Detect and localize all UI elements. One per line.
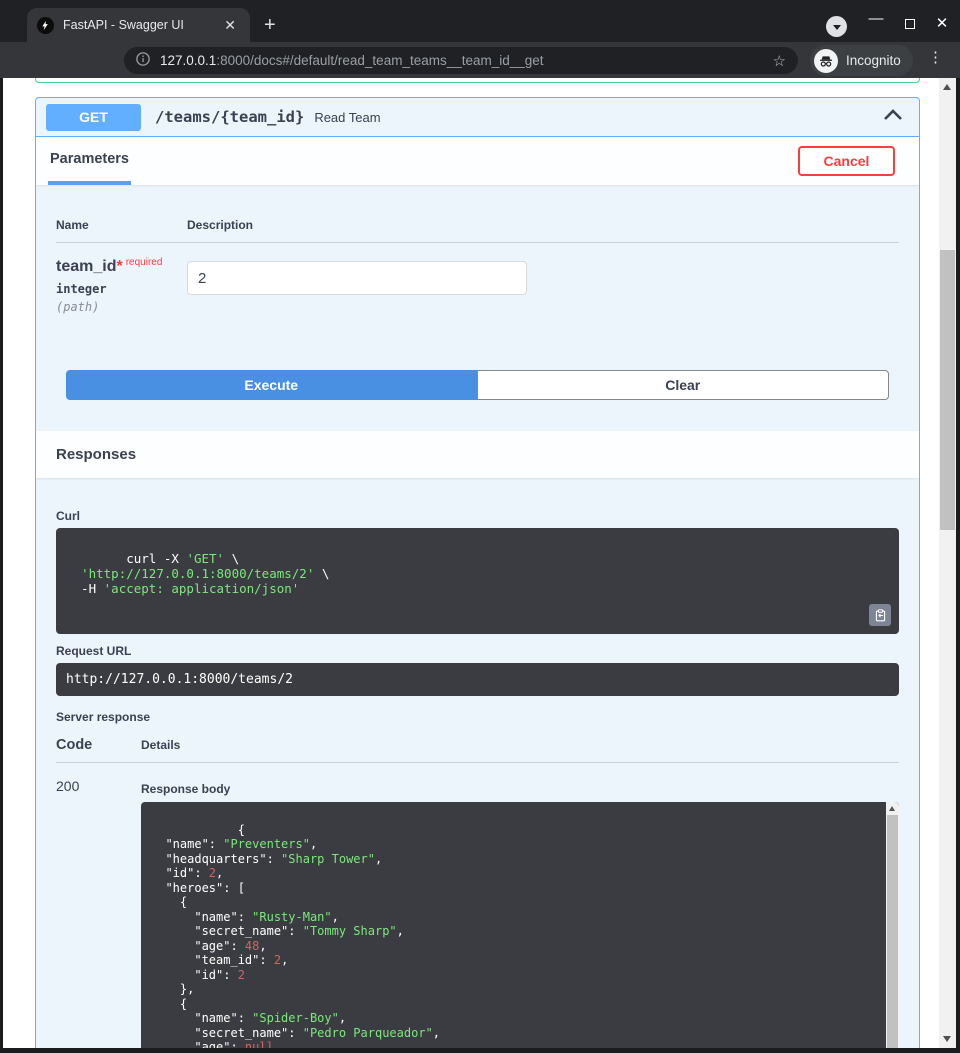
url-text: 127.0.0.1:8000/docs#/default/read_team_t… [160, 53, 544, 68]
responses-body: Curl curl -X 'GET' \ 'http://127.0.0.1:8… [36, 509, 919, 1048]
curl-command-block: curl -X 'GET' \ 'http://127.0.0.1:8000/t… [56, 528, 899, 634]
browser-titlebar: FastAPI - Swagger UI ✕ + — ✕ [0, 0, 960, 42]
responses-title: Responses [56, 446, 136, 463]
scroll-up-icon[interactable] [889, 806, 895, 811]
required-label: required [126, 257, 163, 268]
server-response-table-header: Code Details [56, 737, 899, 763]
curl-label: Curl [56, 509, 899, 523]
server-response-row: 200 Response body { "name": "Preventers"… [56, 776, 899, 1048]
url-path: :8000/docs#/default/read_team_teams__tea… [216, 53, 543, 68]
tab-close-icon[interactable]: ✕ [218, 17, 242, 34]
url-bar[interactable]: 127.0.0.1:8000/docs#/default/read_team_t… [124, 47, 798, 74]
incognito-label: Incognito [846, 53, 901, 68]
response-body-label: Response body [141, 782, 899, 796]
swagger-page: GET /teams/{team_id} Read Team Parameter… [3, 78, 956, 1048]
request-url-block: http://127.0.0.1:8000/teams/2 [56, 663, 899, 696]
incognito-icon [814, 49, 838, 73]
parameters-table-header: Name Description [56, 218, 899, 243]
page-scroll-down-icon[interactable] [943, 1036, 951, 1042]
curl-command-text: curl -X 'GET' \ 'http://127.0.0.1:8000/t… [66, 551, 329, 596]
browser-tab[interactable]: FastAPI - Swagger UI ✕ [27, 8, 250, 42]
parameter-name: team_id*required [56, 257, 187, 276]
page-scrollbar[interactable] [939, 78, 956, 1048]
window-maximize-button[interactable] [898, 14, 922, 33]
response-body-json: { "name": "Preventers", "headquarters": … [151, 823, 440, 1049]
bookmark-star-icon[interactable]: ☆ [773, 52, 786, 70]
response-body-block: { "name": "Preventers", "headquarters": … [141, 802, 899, 1048]
parameter-meta: team_id*required integer (path) [56, 257, 187, 314]
method-badge: GET [46, 104, 141, 131]
column-name: Name [56, 218, 187, 232]
copy-to-clipboard-button[interactable] [869, 604, 891, 626]
response-scrollbar-thumb[interactable] [887, 815, 898, 1048]
page-scroll-up-icon[interactable] [943, 84, 951, 90]
execute-button[interactable]: Execute [66, 370, 477, 400]
endpoint-path: /teams/{team_id} [155, 108, 304, 126]
parameters-section-header: Parameters Cancel [36, 137, 919, 185]
browser-update-icon[interactable] [826, 16, 847, 37]
window-close-button[interactable]: ✕ [930, 14, 954, 32]
clear-button[interactable]: Clear [477, 370, 890, 400]
tab-title: FastAPI - Swagger UI [63, 18, 218, 32]
execute-button-group: Execute Clear [66, 370, 889, 400]
incognito-badge: Incognito [810, 45, 913, 76]
parameter-type: integer [56, 282, 187, 296]
request-url-label: Request URL [56, 644, 899, 658]
window-minimize-button[interactable]: — [864, 10, 888, 27]
column-description: Description [187, 218, 253, 232]
opblock-get-teams: GET /teams/{team_id} Read Team Parameter… [35, 97, 920, 1048]
parameter-row-team-id: team_id*required integer (path) [56, 257, 899, 314]
endpoint-summary: Read Team [314, 110, 380, 125]
collapse-chevron-icon[interactable] [883, 108, 903, 126]
previous-endpoint-block [35, 78, 920, 83]
team-id-input[interactable] [187, 261, 527, 295]
site-info-icon[interactable] [136, 52, 150, 69]
opblock-header[interactable]: GET /teams/{team_id} Read Team [36, 98, 919, 137]
server-response-label: Server response [56, 710, 899, 724]
column-code: Code [56, 737, 141, 753]
fastapi-favicon [37, 17, 54, 34]
browser-menu-icon[interactable]: ⋮ [928, 48, 943, 66]
page-scrollbar-thumb[interactable] [940, 250, 955, 530]
required-asterisk: * [116, 258, 122, 275]
tab-parameters[interactable]: Parameters [48, 137, 131, 185]
parameter-location: (path) [56, 300, 187, 314]
status-code: 200 [56, 776, 141, 794]
responses-section-header: Responses [36, 431, 919, 478]
new-tab-button[interactable]: + [264, 15, 276, 35]
parameters-tab-label: Parameters [50, 151, 129, 167]
cancel-button[interactable]: Cancel [798, 146, 895, 176]
response-body-scrollbar[interactable] [886, 802, 899, 1048]
url-host: 127.0.0.1 [160, 53, 216, 68]
column-details: Details [141, 738, 180, 752]
